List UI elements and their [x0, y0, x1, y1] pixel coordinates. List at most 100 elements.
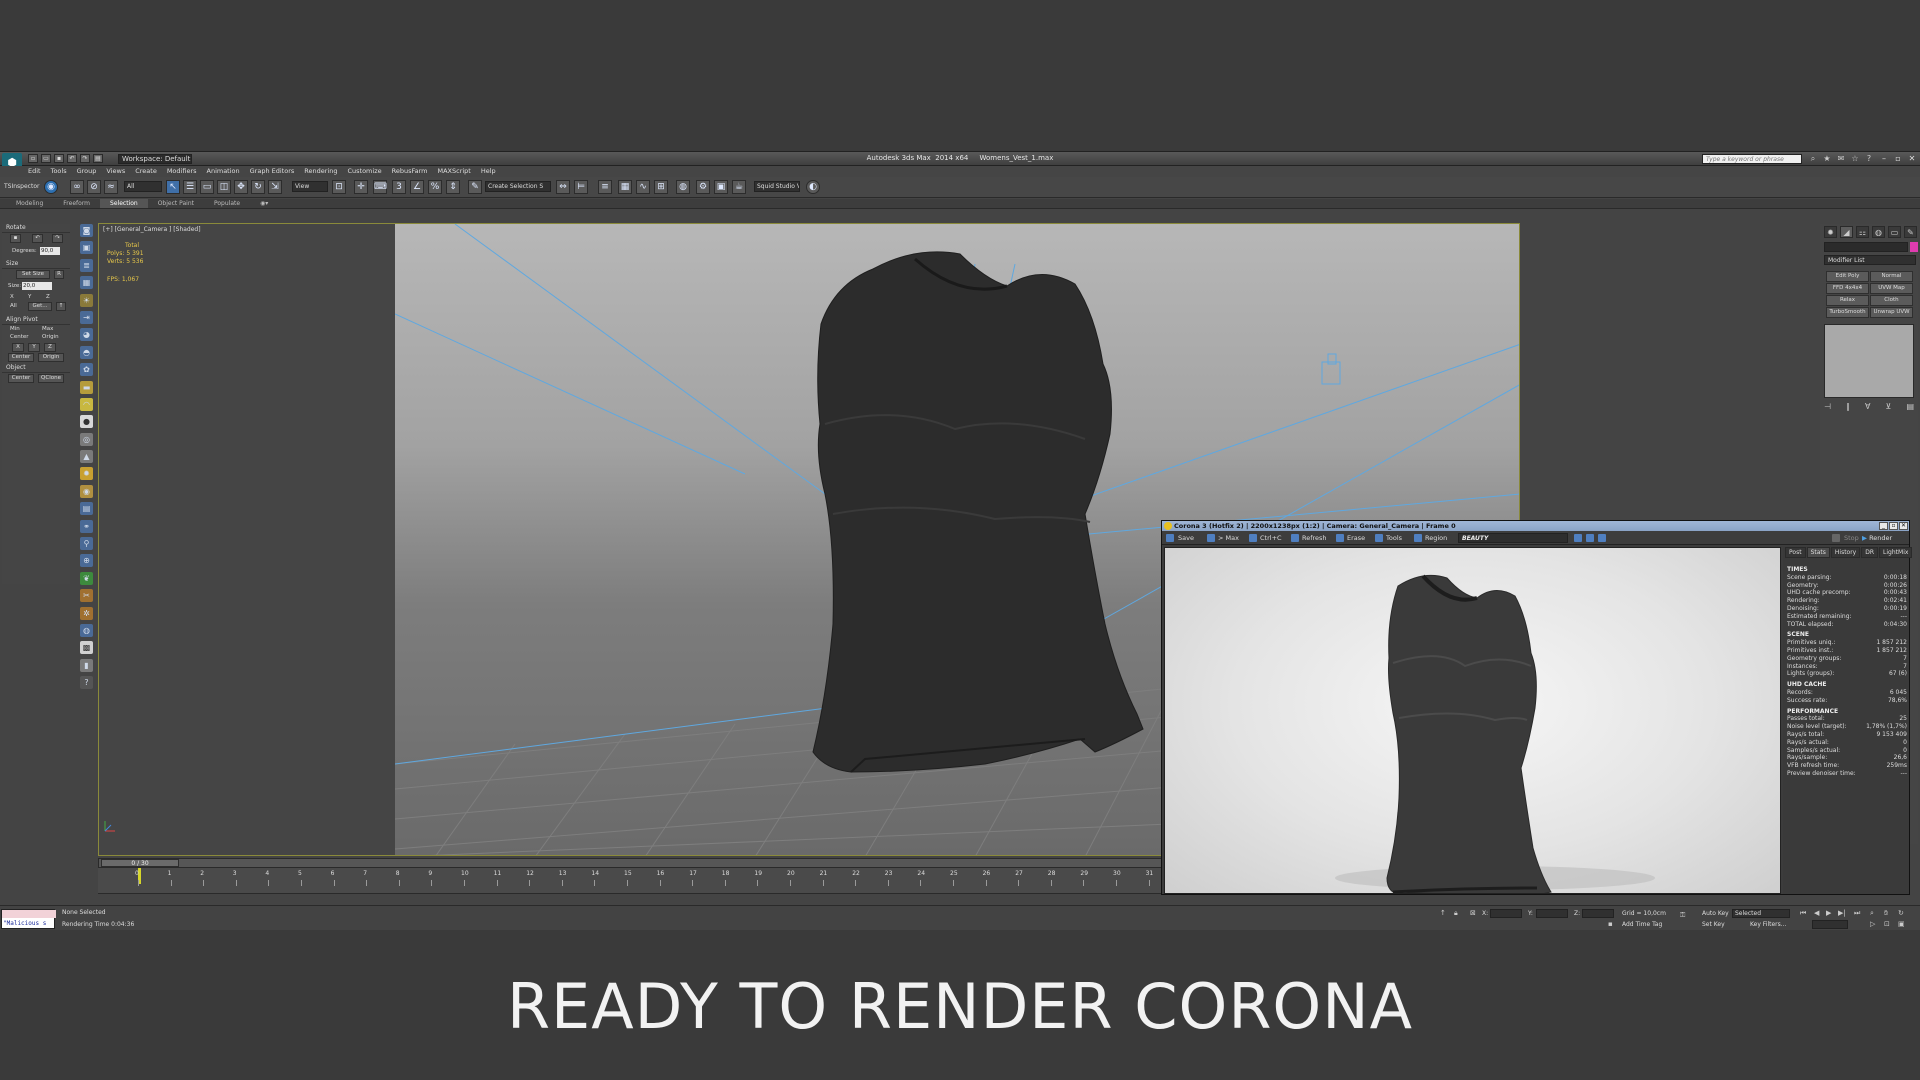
refresh-icon[interactable] [1291, 534, 1299, 542]
center-radio[interactable]: Center [10, 334, 29, 340]
trash-tool-icon[interactable]: ▮ [80, 658, 93, 672]
axis-y-checkbox[interactable]: Y [28, 294, 31, 300]
selection-set-dropdown[interactable]: Selected [1732, 909, 1790, 918]
eye-tool-icon[interactable]: ◎ [80, 432, 93, 446]
scene-explorer-icon[interactable]: ▦ [618, 180, 632, 194]
axis-z-checkbox[interactable]: Z [46, 294, 50, 300]
time-tag-icon[interactable]: ▪ [1608, 920, 1613, 928]
rect-selection-icon[interactable]: ▭ [200, 180, 214, 194]
rotate-cw-icon[interactable]: ↷ [52, 234, 63, 243]
tab-lightmix[interactable]: LightMix [1879, 547, 1913, 558]
play-icon[interactable]: ▶ [1826, 909, 1831, 917]
search-input[interactable]: Type a keyword or phrase [1702, 154, 1802, 164]
modifier-ffd-button[interactable]: FFD 4x4x4 [1826, 283, 1869, 294]
disc-tool-icon[interactable]: ● [80, 415, 93, 429]
layer-manager-icon[interactable]: ≡ [598, 180, 612, 194]
light-gizmo-icon[interactable] [1321, 361, 1341, 385]
stop-icon[interactable] [1832, 534, 1840, 542]
tsinspector-icon[interactable]: ◉ [44, 180, 58, 194]
modifier-stack[interactable] [1824, 324, 1914, 398]
min-radio[interactable]: Min [10, 326, 20, 332]
schematic-view-icon[interactable]: ⊞ [654, 180, 668, 194]
pivot-origin-button[interactable]: Origin [38, 353, 64, 362]
pivot-center-button[interactable]: Center [8, 353, 34, 362]
set-key-button[interactable]: Set Key [1702, 921, 1725, 928]
key-filters-button[interactable]: Key Filters... [1750, 921, 1787, 928]
scale-icon[interactable]: ⇲ [268, 180, 282, 194]
origin-radio[interactable]: Origin [42, 334, 59, 340]
tab-dr[interactable]: DR [1861, 547, 1879, 558]
ctrl-c-button[interactable]: Ctrl+C [1260, 534, 1282, 542]
squid-studio-dropdown[interactable]: Squid Studio V [754, 181, 800, 192]
menu-group[interactable]: Group [77, 166, 97, 177]
all-checkbox[interactable]: All [10, 303, 17, 309]
leaf-tool-icon[interactable]: ❦ [80, 571, 93, 585]
orbit-icon[interactable]: ↻ [1898, 909, 1904, 917]
y-coord-input[interactable] [1536, 909, 1568, 918]
sphere-tool-icon[interactable]: ◕ [80, 328, 93, 342]
trackbar[interactable]: 0 1 2 3 4 5 6 7 8 9 10 11 12 13 14 15 16 17 18 19 20 21 22 23 24… [98, 868, 1162, 894]
paint-tool-icon[interactable]: ✿ [80, 363, 93, 377]
menu-help[interactable]: Help [481, 166, 496, 177]
help-icon[interactable]: ? [1864, 154, 1874, 164]
menu-rebusfarm[interactable]: RebusFarm [392, 166, 428, 177]
modifier-uvw-map-button[interactable]: UVW Map [1870, 283, 1913, 294]
tab-modeling[interactable]: Modeling [6, 199, 53, 208]
zoom-icon[interactable]: ⌕ [1870, 909, 1874, 918]
max-radio[interactable]: Max [42, 326, 53, 332]
qclone-button[interactable]: QClone [38, 374, 64, 383]
select-object-icon[interactable]: ↖ [166, 180, 180, 194]
pivot-y-button[interactable]: Y [28, 343, 40, 352]
pivot-x-button[interactable]: X [12, 343, 24, 352]
unlink-icon[interactable]: ⊘ [87, 180, 101, 194]
binoculars-icon[interactable]: ⌕ [1808, 154, 1818, 164]
next-frame-icon[interactable]: ▶| [1838, 909, 1846, 917]
checker-tool-icon[interactable]: ▩ [80, 641, 93, 655]
utilities-tab-icon[interactable]: ✎ [1904, 226, 1917, 238]
rotate-icon[interactable]: ↻ [251, 180, 265, 194]
sun-tool-icon[interactable]: ✹ [80, 467, 93, 481]
light-tool-icon[interactable]: ☀ [80, 293, 93, 307]
menu-modifiers[interactable]: Modifiers [167, 166, 197, 177]
maximize-icon[interactable]: ▫ [1892, 153, 1904, 164]
render-setup-icon[interactable]: ⚙ [696, 180, 710, 194]
modifier-unwrap-uvw-button[interactable]: Unwrap UVW [1870, 307, 1913, 318]
viewport-label[interactable]: [+] [General_Camera ] [Shaded] [103, 226, 201, 233]
network-tool-icon[interactable]: ⚲ [80, 537, 93, 551]
key-mode-icon[interactable]: ⚿ [1680, 911, 1685, 920]
communication-icon[interactable]: ✉ [1836, 154, 1846, 164]
stop-button[interactable]: Stop [1844, 534, 1859, 542]
save-button[interactable]: Save [1178, 534, 1194, 542]
vest-model[interactable] [812, 251, 1144, 773]
auto-key-button[interactable]: Auto Key [1702, 910, 1729, 917]
minimize-icon[interactable]: – [1878, 153, 1890, 164]
rotate-ccw-icon[interactable]: ↶ [32, 234, 43, 243]
tab-selection[interactable]: Selection [100, 199, 148, 208]
align-tool-icon[interactable]: ⇥ [80, 310, 93, 324]
keyboard-shortcut-icon[interactable]: ⌨ [373, 180, 387, 194]
menu-customize[interactable]: Customize [347, 166, 381, 177]
rendered-image[interactable] [1164, 547, 1781, 894]
material-editor-icon[interactable]: ◍ [676, 180, 690, 194]
percent-snap-icon[interactable]: % [428, 180, 442, 194]
menu-edit[interactable]: Edit [28, 166, 41, 177]
ball-tool-icon[interactable]: ◉ [80, 484, 93, 498]
modifier-edit-poly-button[interactable]: Edit Poly [1826, 271, 1869, 282]
rendered-frame-window-icon[interactable]: ▣ [714, 180, 728, 194]
curve-editor-icon[interactable]: ∿ [636, 180, 650, 194]
tab-post[interactable]: Post [1785, 547, 1806, 558]
tab-object-paint[interactable]: Object Paint [148, 199, 204, 208]
box-tool-icon[interactable]: ▣ [80, 241, 93, 255]
align-icon[interactable]: ⊨ [574, 180, 588, 194]
isolate-icon[interactable]: ↑ [1440, 909, 1446, 917]
erase-button[interactable]: Erase [1347, 534, 1365, 542]
current-frame-input[interactable] [1812, 920, 1848, 929]
create-tab-icon[interactable]: ✹ [1824, 226, 1837, 238]
cone-tool-icon[interactable]: ▲ [80, 450, 93, 464]
menu-create[interactable]: Create [135, 166, 157, 177]
manipulate-icon[interactable]: ✛ [354, 180, 368, 194]
axis-x-checkbox[interactable]: X [10, 294, 14, 300]
previous-frame-icon[interactable]: ◀ [1814, 909, 1819, 917]
select-by-name-icon[interactable]: ☰ [183, 180, 197, 194]
wrench-tool-icon[interactable]: ✂ [80, 589, 93, 603]
